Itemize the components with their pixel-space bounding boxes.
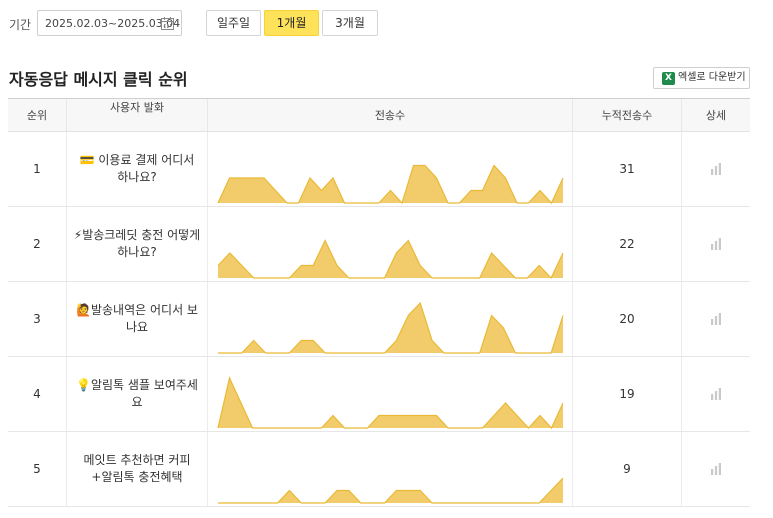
table-body: 1 💳 이용료 결제 어디서 하나요? 31 2 ⚡발송크레딧 충전 어떻게 하나요? 2… xyxy=(8,132,750,507)
click-ranking-table: 순위 사용자 발화 전송수 누적전송수 상세 1 💳 이용료 결제 어디서 하나요… xyxy=(8,98,750,507)
header-rank: 순위 xyxy=(8,99,67,131)
utterance-cell: 💡알림톡 샘플 보여주세요 xyxy=(67,357,208,431)
table-row: 5 메잇트 추천하면 커피+알림톡 충전혜택 9 xyxy=(8,432,750,507)
header-sends: 전송수 xyxy=(208,99,573,131)
section-title: 자동응답 메시지 클릭 순위 xyxy=(9,70,188,89)
utterance-cell: 💳 이용료 결제 어디서 하나요? xyxy=(67,132,208,206)
sends-sparkline-cell xyxy=(208,432,573,506)
sparkline-line xyxy=(218,301,564,354)
sends-sparkline xyxy=(217,239,564,280)
table-row: 3 🙋발송내역은 어디서 보나요 20 xyxy=(8,282,750,357)
rank-cell: 4 xyxy=(8,357,67,431)
utterance-cell: 메잇트 추천하면 커피+알림톡 충전혜택 xyxy=(67,432,208,506)
total-cell: 31 xyxy=(573,132,682,206)
sends-sparkline-cell xyxy=(208,282,573,356)
total-cell: 9 xyxy=(573,432,682,506)
date-range-value: 2025.02.03~2025.03.04 xyxy=(45,17,181,30)
table-row: 1 💳 이용료 결제 어디서 하나요? 31 xyxy=(8,132,750,207)
sends-sparkline xyxy=(217,376,564,430)
rank-cell: 2 xyxy=(8,207,67,281)
detail-cell xyxy=(682,432,750,506)
period-filter: 기간 2025.02.03~2025.03.04 일주일 1개월 3개월 xyxy=(0,10,773,38)
sends-sparkline-cell xyxy=(208,357,573,431)
sends-sparkline xyxy=(217,164,564,205)
period-label: 기간 xyxy=(9,18,32,32)
excel-download-button[interactable]: X 엑셀로 다운받기 xyxy=(653,67,750,89)
detail-cell xyxy=(682,207,750,281)
detail-cell xyxy=(682,282,750,356)
rank-cell: 1 xyxy=(8,132,67,206)
table-row: 2 ⚡발송크레딧 충전 어떻게 하나요? 22 xyxy=(8,207,750,282)
detail-chart-icon[interactable] xyxy=(710,463,722,475)
sparkline-area xyxy=(218,478,563,503)
detail-chart-icon[interactable] xyxy=(710,163,722,175)
utterance-cell: 🙋발송내역은 어디서 보나요 xyxy=(67,282,208,356)
sends-sparkline xyxy=(218,301,564,354)
detail-chart-icon[interactable] xyxy=(710,388,722,400)
sparkline-area xyxy=(218,378,563,428)
table-row: 4 💡알림톡 샘플 보여주세요 19 xyxy=(8,357,750,432)
sparkline-area xyxy=(218,240,563,278)
period-button-week[interactable]: 일주일 xyxy=(206,10,261,36)
sends-sparkline-cell xyxy=(208,207,573,281)
header-detail: 상세 xyxy=(705,109,727,122)
total-cell: 19 xyxy=(573,357,682,431)
sends-sparkline xyxy=(218,477,564,504)
excel-download-label: 엑셀로 다운받기 xyxy=(678,72,746,83)
rank-cell: 3 xyxy=(8,282,67,356)
total-cell: 22 xyxy=(573,207,682,281)
period-button-3months[interactable]: 3개월 xyxy=(322,10,378,36)
excel-icon: X xyxy=(662,72,675,85)
header-total: 누적전송수 xyxy=(573,99,682,131)
detail-chart-icon[interactable] xyxy=(710,238,722,250)
period-button-month[interactable]: 1개월 xyxy=(264,10,319,36)
rank-cell: 5 xyxy=(8,432,67,506)
detail-cell xyxy=(682,132,750,206)
utterance-cell: ⚡발송크레딧 충전 어떻게 하나요? xyxy=(67,207,208,281)
total-cell: 20 xyxy=(573,282,682,356)
date-range-input[interactable]: 2025.02.03~2025.03.04 xyxy=(37,10,182,36)
calendar-icon[interactable] xyxy=(161,17,174,30)
table-header: 순위 사용자 발화 전송수 누적전송수 상세 xyxy=(8,99,750,132)
detail-cell xyxy=(682,357,750,431)
detail-chart-icon[interactable] xyxy=(710,313,722,325)
sends-sparkline-cell xyxy=(208,132,573,206)
header-utterance: 사용자 발화 xyxy=(67,99,208,131)
